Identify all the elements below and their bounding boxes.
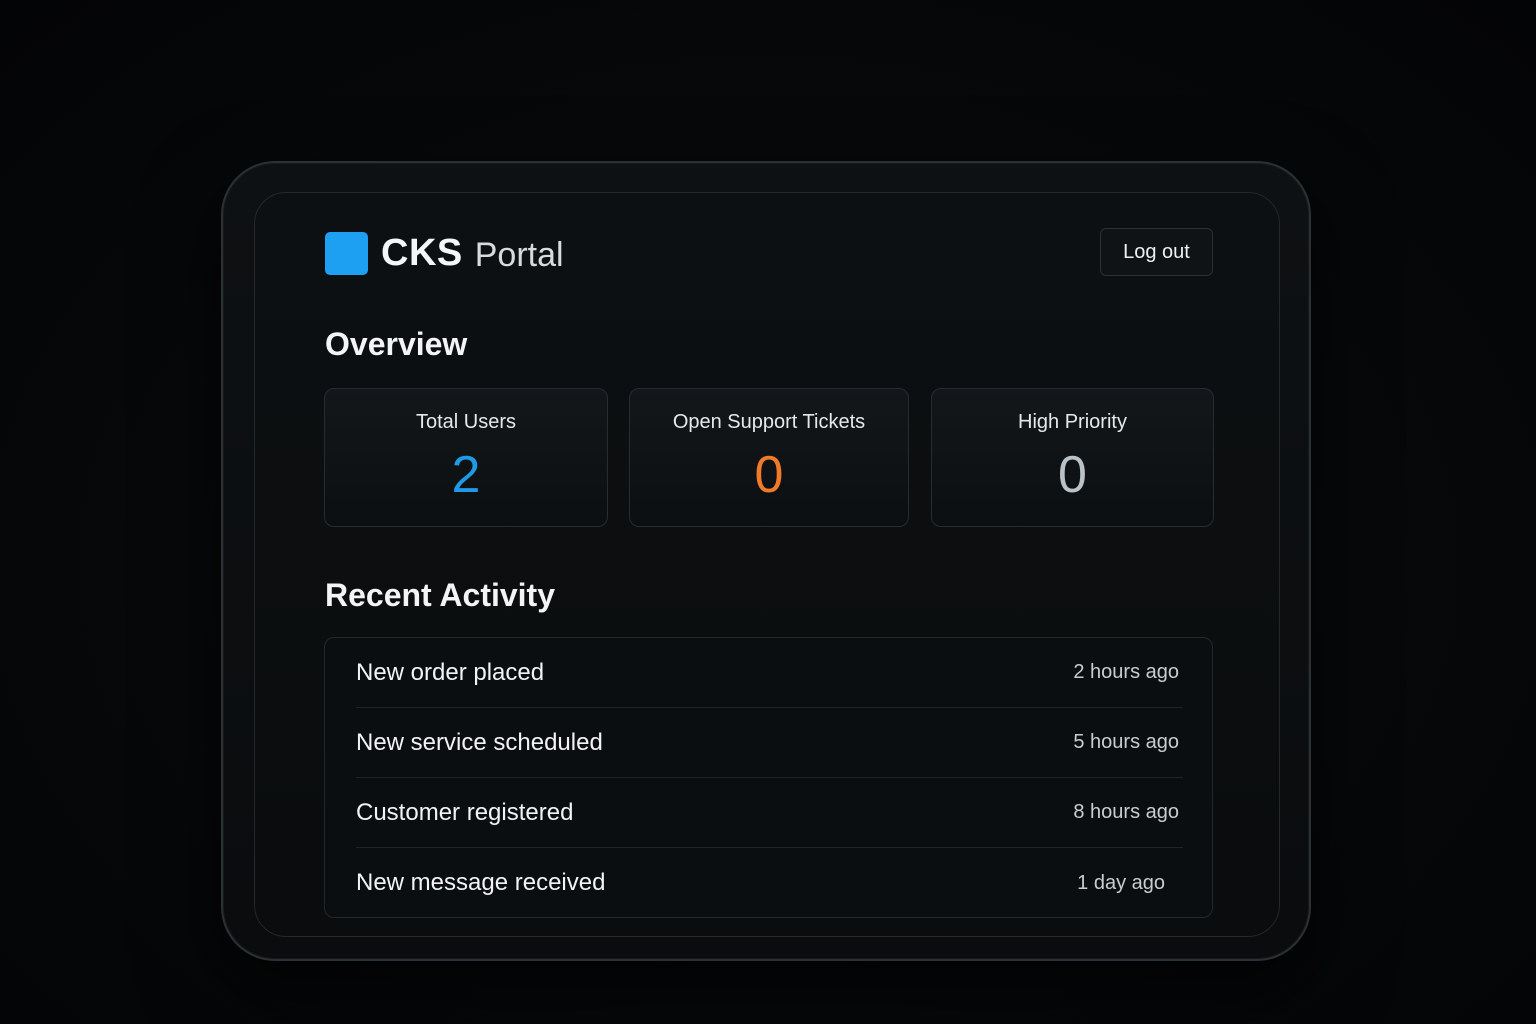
stat-card-high-priority[interactable]: High Priority 0 (931, 388, 1214, 527)
activity-text: New message received (356, 869, 606, 896)
activity-time: 1 day ago (1077, 871, 1165, 894)
backdrop: CKS Portal Log out Overview Total Users … (0, 0, 1536, 1024)
activity-time: 2 hours ago (1073, 661, 1179, 683)
logo-square-icon (325, 231, 368, 275)
activity-text: New order placed (356, 658, 545, 686)
brand[interactable]: CKS Portal (325, 231, 564, 275)
activity-time: 5 hours ago (1073, 731, 1179, 753)
stat-value: 0 (754, 446, 784, 504)
overview-title: Overview (325, 326, 468, 362)
stat-card-open-tickets[interactable]: Open Support Tickets 0 (629, 388, 909, 527)
list-item[interactable]: New service scheduled 5 hours ago (356, 708, 1183, 778)
recent-activity-title: Recent Activity (325, 577, 555, 613)
activity-text: Customer registered (356, 798, 574, 826)
stat-label: Open Support Tickets (672, 411, 866, 433)
stat-label: High Priority (1018, 411, 1127, 433)
stat-label: Total Users (415, 411, 517, 433)
stat-value: 2 (451, 446, 481, 504)
list-item[interactable]: New message received 1 day ago (356, 848, 1183, 918)
brand-subtitle: Portal (474, 235, 564, 274)
logout-button[interactable]: Log out (1100, 228, 1213, 276)
activity-list: New order placed 2 hours ago New service… (324, 637, 1213, 918)
stat-value: 0 (1058, 446, 1087, 504)
activity-time: 8 hours ago (1073, 801, 1179, 823)
list-item[interactable]: New order placed 2 hours ago (356, 638, 1183, 708)
list-item[interactable]: Customer registered 8 hours ago (356, 778, 1183, 848)
stat-card-total-users[interactable]: Total Users 2 (324, 388, 608, 527)
activity-text: New service scheduled (356, 728, 603, 756)
brand-name: CKS (381, 231, 463, 274)
